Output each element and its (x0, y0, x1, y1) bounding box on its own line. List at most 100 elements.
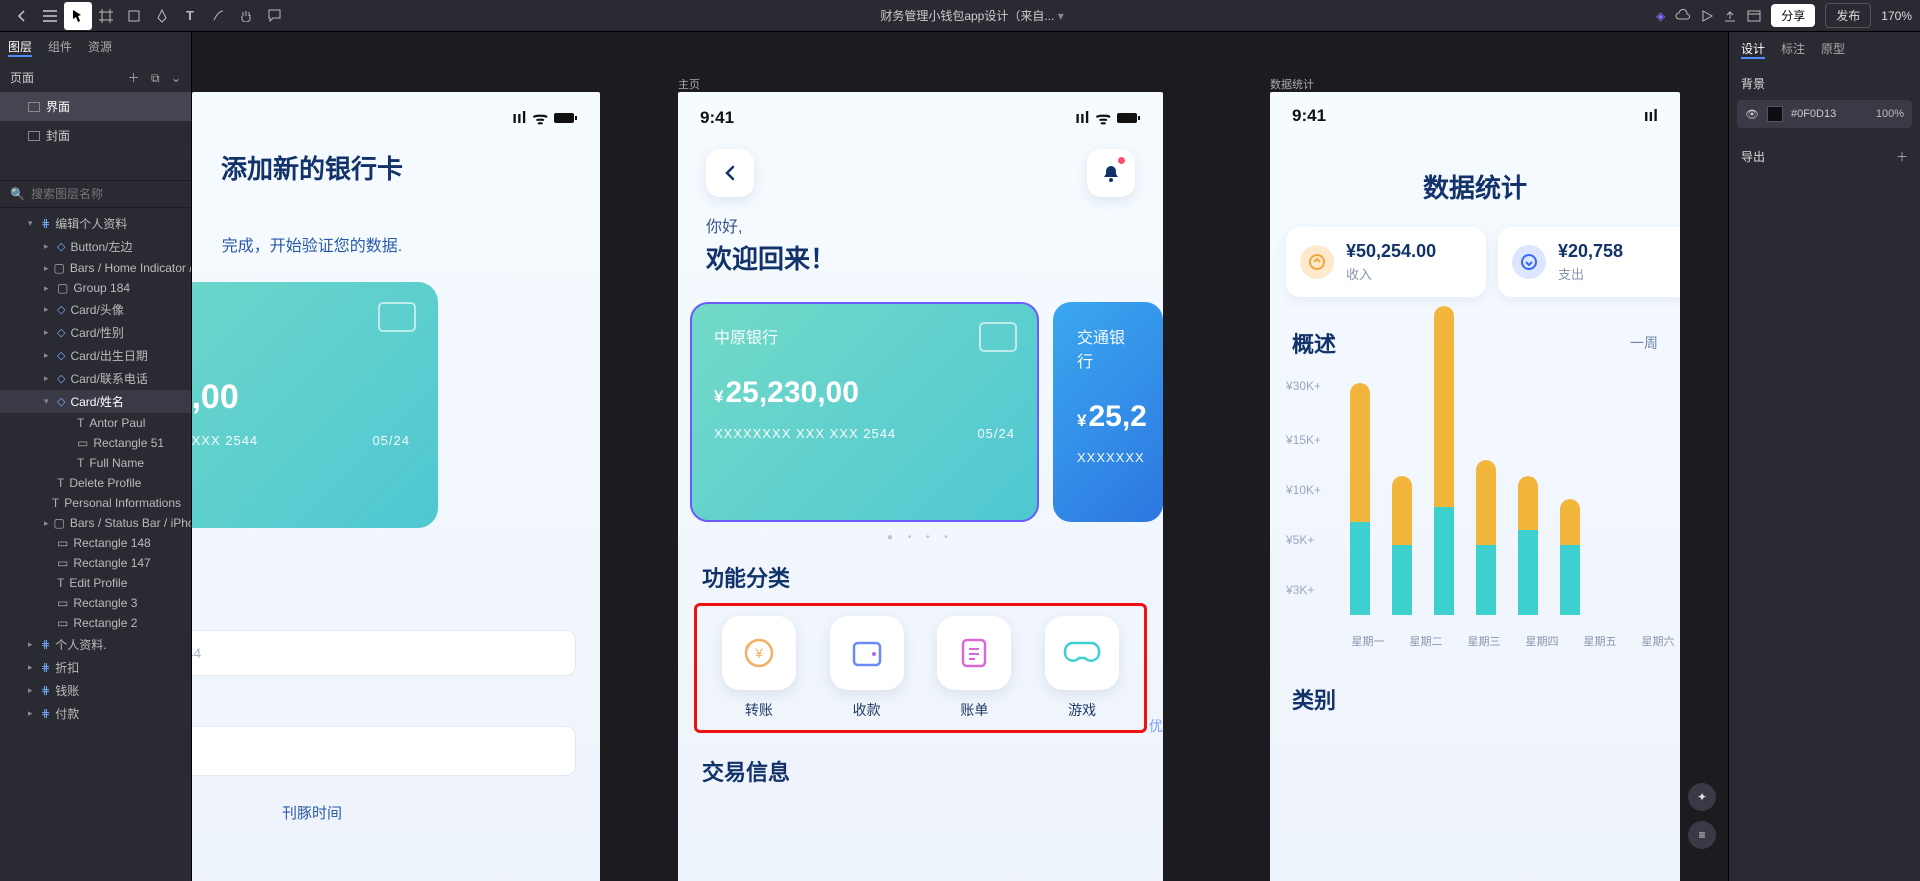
func-transfer[interactable]: ¥转账 (712, 616, 806, 720)
layer-item[interactable]: ▾⋕编辑个人资料 (0, 212, 191, 235)
cloud-icon[interactable] (1675, 9, 1691, 23)
layer-item[interactable]: ▸◇Button/左边 (0, 235, 191, 258)
layer-item[interactable]: ▸⋕折扣 (0, 656, 191, 679)
page-item-ui[interactable]: 界面 (0, 92, 191, 121)
layer-item[interactable]: ▸▢Bars / Home Indicator / iP... (0, 258, 191, 278)
artboard-label-stats[interactable]: 数据统计 (1270, 76, 1314, 92)
layer-item[interactable]: ▭Rectangle 147 (0, 553, 191, 573)
page-icon (28, 131, 40, 141)
layer-item[interactable]: TFull Name (0, 453, 191, 473)
share-button[interactable]: 分享 (1771, 4, 1815, 27)
copy-page-icon[interactable]: ⧉ (151, 71, 160, 85)
visibility-icon[interactable]: 👁 (1745, 108, 1759, 121)
pages-caret-icon[interactable]: ⌄ (171, 71, 181, 85)
func-bill[interactable]: 账单 (927, 616, 1021, 720)
holder-name-input[interactable]: 人的姓名。 (192, 726, 576, 776)
publish-button[interactable]: 发布 (1825, 3, 1871, 28)
layer-item[interactable]: ▭Rectangle 3 (0, 593, 191, 613)
move-tool-icon[interactable] (64, 2, 92, 30)
tab-annotate[interactable]: 标注 (1781, 40, 1805, 59)
view-icon[interactable] (1747, 10, 1761, 22)
y-tick: ¥10K+ (1286, 483, 1321, 497)
tab-components[interactable]: 组件 (48, 38, 72, 57)
bar-column[interactable] (1560, 499, 1580, 615)
bar-column[interactable] (1518, 476, 1538, 615)
notification-button[interactable] (1087, 149, 1135, 197)
frame-tool-icon[interactable] (92, 2, 120, 30)
bank-card[interactable]: 中原银行 ¥25,230,00 XXXXXXXX XXX XXX 254405/… (192, 282, 438, 528)
back-icon[interactable] (8, 2, 36, 30)
layer-item[interactable]: ▸▢Bars / Status Bar / iPhone... (0, 513, 191, 533)
card-amount: ¥25,2 (1077, 400, 1139, 434)
upload-icon[interactable] (1723, 9, 1737, 23)
text-tool-icon[interactable]: T (176, 2, 204, 30)
artboard-home[interactable]: 9:41ıılᯤ 你好, 欢迎回来！ 中原银行 ¥25,230,00 XXXXX… (678, 92, 1163, 881)
bar-column[interactable] (1434, 306, 1454, 615)
layer-item[interactable]: ▭Rectangle 2 (0, 613, 191, 633)
layer-item[interactable]: ▸▢Group 184 (0, 278, 191, 298)
badge-icon[interactable]: ◈ (1656, 9, 1665, 23)
layer-item[interactable]: TEdit Profile (0, 573, 191, 593)
layer-item[interactable]: ▸⋕付款 (0, 702, 191, 725)
stat-income[interactable]: ¥50,254.00收入 (1286, 227, 1486, 297)
layer-item[interactable]: ▸◇Card/性别 (0, 321, 191, 344)
comment-tool-icon[interactable] (260, 2, 288, 30)
card-bank: 交通银行 (1077, 324, 1139, 372)
card-number: XXXXXXX (1077, 450, 1145, 465)
tab-design[interactable]: 设计 (1741, 40, 1765, 59)
layer-item[interactable]: ▭Rectangle 51 (0, 433, 191, 453)
status-bar: 9:41ıılᯤ (678, 92, 1163, 143)
layer-item[interactable]: ▸◇Card/头像 (0, 298, 191, 321)
shape-tool-icon[interactable] (120, 2, 148, 30)
stat-expense[interactable]: ¥20,758支出 (1498, 227, 1680, 297)
play-icon[interactable] (1701, 10, 1713, 22)
document-title[interactable]: 财务管理小钱包app设计（来自... (880, 9, 1054, 23)
add-page-icon[interactable]: ＋ (128, 71, 140, 85)
layer-item[interactable]: ▸◇Card/出生日期 (0, 344, 191, 367)
card-amount: ¥25,230,00 (714, 376, 1015, 410)
layer-item[interactable]: ▸⋕个人资料. (0, 633, 191, 656)
layer-item[interactable]: ▾◇Card/姓名 (0, 390, 191, 413)
color-swatch[interactable] (1767, 106, 1783, 122)
func-game[interactable]: 游戏 (1035, 616, 1129, 720)
artboard-add-card[interactable]: 9:41ıılᯤ 添加新的银行卡 完成，开始验证您的数据. 中原银行 ¥25,2… (192, 92, 600, 881)
bar-column[interactable] (1350, 383, 1370, 615)
hand-tool-icon[interactable] (232, 2, 260, 30)
back-button[interactable] (706, 149, 754, 197)
tab-layers[interactable]: 图层 (8, 38, 32, 57)
bar-column[interactable] (1392, 476, 1412, 615)
layer-item[interactable]: TPersonal Informations (0, 493, 191, 513)
layer-search-input[interactable] (31, 187, 186, 201)
layer-item[interactable]: ▭Rectangle 148 (0, 533, 191, 553)
artboard-label-home[interactable]: 主页 (678, 76, 700, 92)
layer-item[interactable]: TDelete Profile (0, 473, 191, 493)
bank-card-1[interactable]: 中原银行 ¥25,230,00 XXXXXXXX XXX XXX 254405/… (690, 302, 1039, 522)
ai-fab[interactable]: ✦ (1688, 783, 1716, 811)
opacity-value[interactable]: 100% (1876, 108, 1904, 120)
bar-column[interactable] (1476, 460, 1496, 615)
canvas[interactable]: 主页 数据统计 9:41ıılᯤ 添加新的银行卡 完成，开始验证您的数据. 中原… (192, 32, 1728, 881)
tab-prototype[interactable]: 原型 (1821, 40, 1845, 59)
layer-item[interactable]: ▸⋕钱账 (0, 679, 191, 702)
pen-tool-icon[interactable] (148, 2, 176, 30)
zoom-level[interactable]: 170% (1881, 9, 1912, 23)
layer-item[interactable]: TAntor Paul (0, 413, 191, 433)
func-receive[interactable]: 收款 (820, 616, 914, 720)
pencil-tool-icon[interactable] (204, 2, 232, 30)
bottom-link[interactable]: 刊豚时间 (192, 802, 576, 823)
x-tick: 星期六 (1640, 633, 1676, 649)
tab-assets[interactable]: 资源 (88, 38, 112, 57)
bg-color-row[interactable]: 👁 #0F0D13 100% (1737, 100, 1912, 128)
layer-item[interactable]: ▸◇Card/联系电话 (0, 367, 191, 390)
help-fab[interactable]: ≡ (1688, 821, 1716, 849)
menu-icon[interactable] (36, 2, 64, 30)
bank-card-2[interactable]: 交通银行 ¥25,2 XXXXXXX (1053, 302, 1163, 522)
add-export-icon[interactable]: ＋ (1896, 148, 1908, 165)
status-icons: ıılᯤ (512, 106, 578, 129)
card-number-input[interactable]: XXXX XXX XXX 2544 (192, 630, 576, 676)
card-number: XXXXXXXX XXX XXX 2544 (192, 433, 258, 448)
color-hex[interactable]: #0F0D13 (1791, 108, 1836, 120)
range-selector[interactable]: 一周 (1630, 333, 1658, 353)
page-item-cover[interactable]: 封面 (0, 121, 191, 150)
artboard-stats[interactable]: 9:41ııl 数据统计 ¥50,254.00收入 ¥20,758支出 概述一周… (1270, 92, 1680, 881)
